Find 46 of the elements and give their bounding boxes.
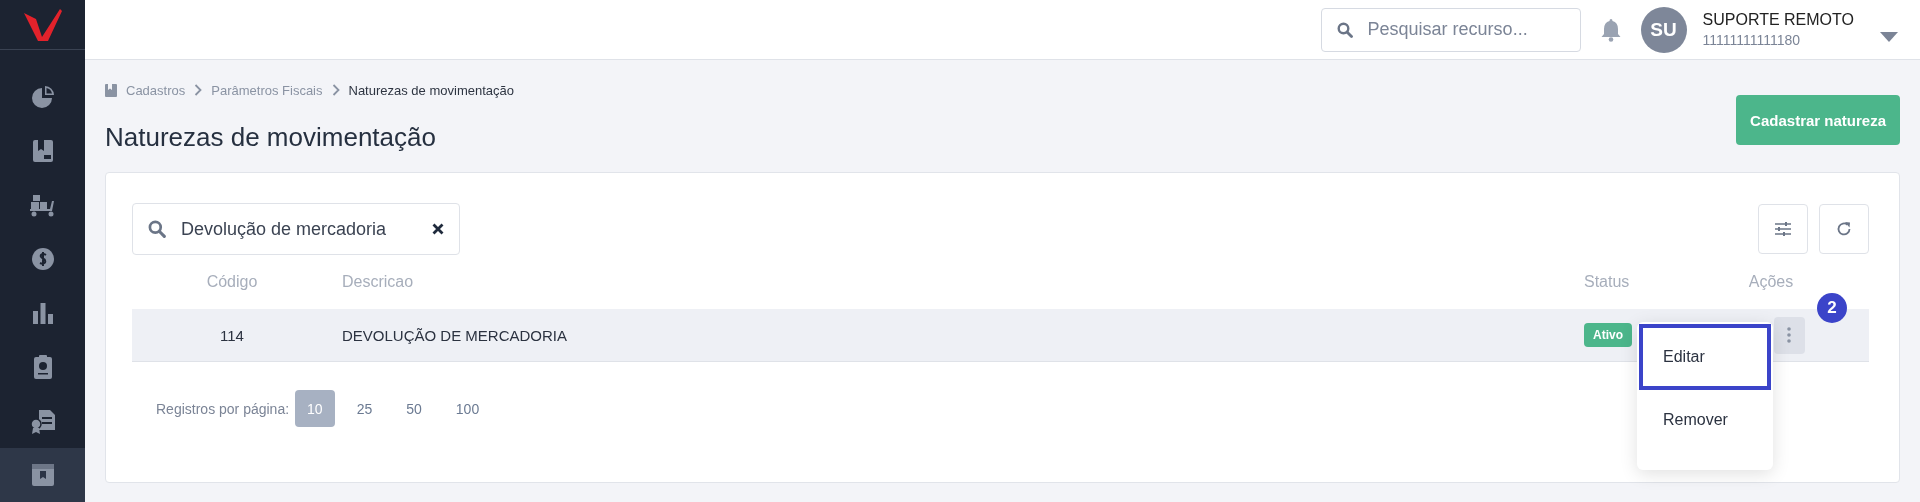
close-icon[interactable] bbox=[432, 223, 444, 235]
pie-chart-icon bbox=[30, 85, 55, 109]
column-header: Status bbox=[1583, 273, 1631, 291]
column-header: Descricao bbox=[341, 273, 415, 291]
caret-icon[interactable] bbox=[1880, 31, 1898, 42]
search-icon bbox=[1336, 21, 1353, 38]
sliders-icon bbox=[1774, 221, 1792, 237]
column-header: Ações bbox=[1747, 273, 1795, 291]
chevron-right-icon bbox=[331, 84, 340, 96]
book-icon bbox=[105, 83, 117, 97]
table-cell-text: 114 bbox=[219, 326, 245, 344]
menu-item[interactable]: Remover bbox=[1639, 389, 1771, 450]
bookmark-box-icon bbox=[30, 463, 55, 487]
sidebar-item[interactable] bbox=[0, 448, 85, 502]
book-icon bbox=[31, 139, 54, 163]
breadcrumb-item: Naturezas de movimentação bbox=[348, 82, 514, 98]
column-header: Código bbox=[205, 273, 259, 291]
hand-truck-icon bbox=[29, 193, 56, 217]
logo-icon bbox=[21, 6, 64, 43]
step-badge: 2 bbox=[1817, 292, 1847, 323]
page-title: Naturezas de movimentação bbox=[105, 122, 437, 153]
register-button[interactable]: Cadastrar natureza bbox=[1736, 95, 1900, 145]
user-id: 11111111111180 bbox=[1702, 32, 1802, 48]
chevron-right-icon bbox=[194, 84, 203, 96]
user-name: SUPORTE REMOTO bbox=[1702, 11, 1854, 29]
status-badge: Ativo bbox=[1584, 323, 1632, 347]
kebab-icon bbox=[1787, 327, 1791, 343]
table-cell-text: DEVOLUÇÃO DE MERCADORIA bbox=[341, 326, 569, 344]
page-size-option[interactable]: 50 bbox=[394, 390, 434, 427]
page-size-option[interactable]: 100 bbox=[443, 390, 492, 427]
page-size-option[interactable]: 25 bbox=[344, 390, 385, 427]
bar-chart-icon bbox=[31, 302, 54, 324]
search-field[interactable]: Devolução de mercadoria bbox=[132, 203, 460, 255]
search-icon bbox=[148, 220, 166, 238]
filter-settings-button[interactable] bbox=[1758, 204, 1808, 254]
refresh-button[interactable] bbox=[1819, 204, 1869, 254]
certificate-icon bbox=[29, 408, 56, 434]
menu-item[interactable]: Editar bbox=[1639, 323, 1771, 390]
refresh-icon bbox=[1836, 221, 1852, 237]
resource-search-field[interactable]: Pesquisar recurso... bbox=[1320, 7, 1581, 52]
page-size-label: Registros por página: bbox=[156, 400, 290, 417]
breadcrumb-item[interactable]: Parâmetros Fiscais bbox=[211, 82, 323, 98]
user-avatar[interactable]: SU bbox=[1640, 6, 1687, 53]
dollar-coin-icon bbox=[30, 247, 55, 271]
clipboard-icon bbox=[32, 354, 53, 380]
breadcrumb-item[interactable]: Cadastros bbox=[126, 82, 186, 98]
